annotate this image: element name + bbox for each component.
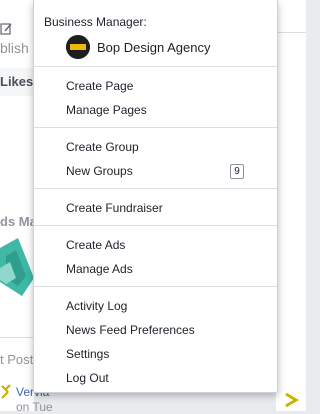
new-groups-item[interactable]: New Groups <box>66 164 133 178</box>
left-content-panel: blish Likes ds Ma t Posts <box>0 0 40 411</box>
likes-tab-label: Likes <box>0 74 34 89</box>
create-group-item[interactable]: Create Group <box>66 140 139 154</box>
new-groups-count-badge: 9 <box>230 164 244 179</box>
news-feed-preferences-item[interactable]: News Feed Preferences <box>66 323 195 337</box>
likes-tab[interactable]: Likes <box>0 68 34 96</box>
right-column <box>276 0 306 411</box>
create-fundraiser-item[interactable]: Create Fundraiser <box>66 201 163 215</box>
manage-ads-item[interactable]: Manage Ads <box>66 262 133 276</box>
ad-image[interactable] <box>0 238 34 298</box>
settings-item[interactable]: Settings <box>66 347 109 361</box>
ads-section-header: ds Ma <box>0 214 37 229</box>
business-name: Bop Design Agency <box>97 39 211 55</box>
log-out-item[interactable]: Log Out <box>66 371 109 385</box>
activity-log-item[interactable]: Activity Log <box>66 299 127 313</box>
post-timestamp: on Tue <box>16 400 53 414</box>
create-ads-item[interactable]: Create Ads <box>66 238 125 252</box>
sponsor-logo-icon <box>285 392 299 408</box>
business-account-item[interactable]: Bop Design Agency <box>66 35 210 59</box>
settings-dropdown-menu: Business Manager: Bop Design Agency Crea… <box>33 0 278 393</box>
create-page-item[interactable]: Create Page <box>66 79 133 93</box>
publish-label[interactable]: blish <box>0 40 29 56</box>
business-manager-label: Business Manager: <box>44 15 147 29</box>
business-logo-icon <box>66 35 90 59</box>
manage-pages-item[interactable]: Manage Pages <box>66 103 147 117</box>
post-avatar[interactable] <box>0 384 16 402</box>
edit-icon[interactable] <box>0 22 12 36</box>
